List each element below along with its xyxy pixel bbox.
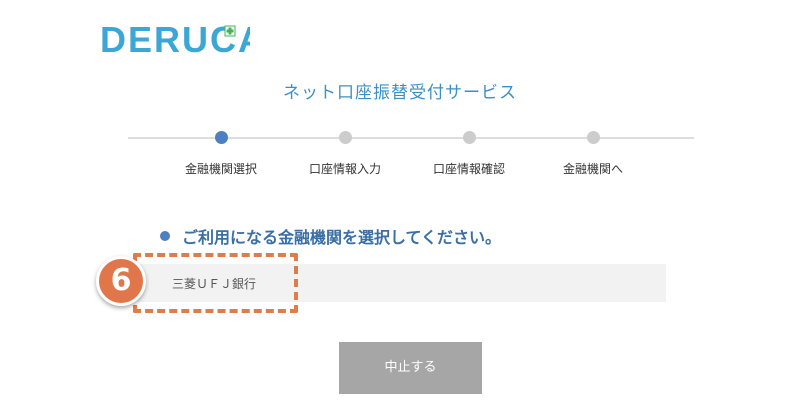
step-number-badge: 6 [96,256,146,306]
step-dot [338,131,352,144]
step-dot-active [214,131,228,144]
instruction-text: ご利用になる金融機関を選択してください。 [182,228,502,247]
bank-list-item[interactable]: 三菱ＵＦＪ銀行 [137,264,666,302]
step-account-input: 口座情報入力 [280,128,410,177]
step-label: 金融機関選択 [184,162,257,176]
progress-steps: 金融機関選択 口座情報入力 口座情報確認 金融機関へ [128,128,694,188]
logo-text: DERUCA [100,19,250,58]
service-title: ネット口座振替受付サービス [283,83,517,103]
step-to-bank: 金融機関へ [528,128,658,177]
deruca-logo: DERUCA [100,18,264,60]
bank-name: 三菱ＵＦＪ銀行 [172,277,257,291]
step-label: 口座情報入力 [308,162,381,176]
step-bank-select: 金融機関選択 [156,128,286,177]
bullet-icon [160,231,170,241]
logo-cross-icon [224,25,236,37]
step-account-confirm: 口座情報確認 [404,128,534,177]
cancel-button[interactable]: 中止する [339,342,482,394]
step-label: 口座情報確認 [432,162,505,176]
step-label: 金融機関へ [562,162,623,176]
step-dot [586,131,600,144]
step-dot [462,131,476,144]
instruction-heading: ご利用になる金融機関を選択してください。 [160,224,501,248]
